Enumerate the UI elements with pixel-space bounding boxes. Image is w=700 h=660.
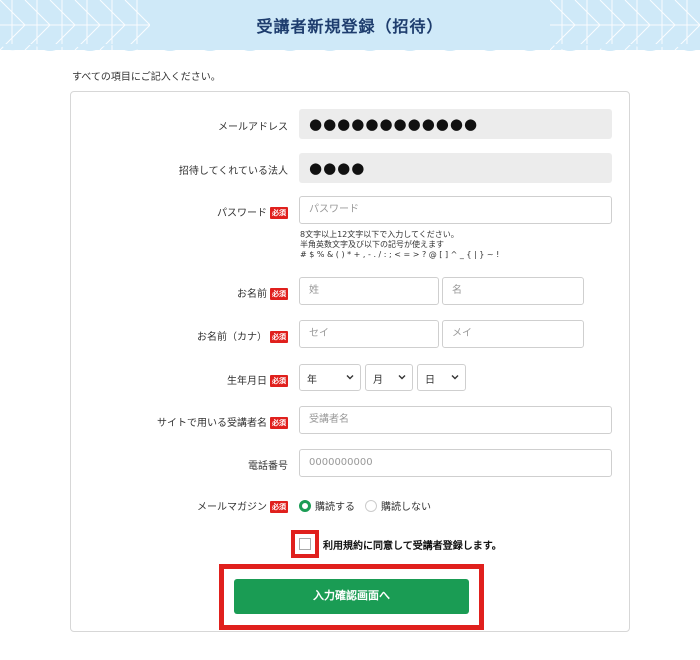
birthdate-label: 生年月日 必須 — [227, 375, 288, 387]
first-name-kana-input[interactable]: メイ — [442, 320, 584, 348]
required-badge: 必須 — [270, 375, 288, 387]
email-label: メールアドレス — [218, 122, 288, 133]
radio-label: 購読する — [315, 502, 355, 513]
inviter-label: 招待してくれている法人 — [178, 166, 288, 177]
birth-day-select[interactable]: 日 — [417, 364, 466, 391]
last-name-input[interactable]: 姓 — [299, 277, 439, 305]
chevron-down-icon — [451, 375, 459, 380]
name-label: お名前 必須 — [237, 288, 288, 300]
magazine-radio-group: 購読する 購読しない — [299, 498, 441, 513]
first-name-input[interactable]: 名 — [442, 277, 584, 305]
intro-text: すべての項目にご記入ください。 — [72, 72, 221, 83]
submit-highlight-frame: 入力確認画面へ — [219, 564, 484, 630]
site-name-label: サイトで用いる受講者名 必須 — [157, 417, 288, 429]
terms-highlight-frame — [291, 530, 319, 558]
password-hint-line: 半角英数文字及び以下の記号が使えます — [300, 240, 444, 249]
header-pattern-right — [550, 0, 700, 50]
password-input[interactable]: パスワード — [299, 196, 612, 224]
radio-label: 購読しない — [381, 502, 431, 513]
registration-form: メールアドレス ●●●●●●●●●●●● 招待してくれている法人 ●●●● パス… — [70, 91, 630, 632]
magazine-subscribe-radio[interactable]: 購読する — [299, 498, 355, 513]
page-header: 受講者新規登録（招待） — [0, 0, 700, 50]
last-name-kana-input[interactable]: セイ — [299, 320, 439, 348]
site-name-input[interactable]: 受講者名 — [299, 406, 612, 434]
password-hint-line: # $ % & ( ) * + , - . / : ; < = > ? @ [ … — [300, 250, 500, 259]
password-label: パスワード 必須 — [217, 207, 288, 219]
required-badge: 必須 — [270, 288, 288, 300]
radio-unselected-icon — [365, 499, 377, 512]
magazine-label: メールマガジン 必須 — [197, 501, 288, 513]
phone-label: 電話番号 — [248, 461, 288, 472]
email-value: ●●●●●●●●●●●● — [299, 109, 612, 139]
password-hint: 8文字以上12文字以下で入力してください。 半角英数文字及び以下の記号が使えます… — [300, 230, 499, 260]
radio-selected-icon — [299, 499, 311, 512]
header-wave — [0, 44, 700, 51]
required-badge: 必須 — [270, 207, 288, 219]
required-badge: 必須 — [270, 501, 288, 513]
required-badge: 必須 — [270, 331, 288, 343]
confirm-button[interactable]: 入力確認画面へ — [234, 579, 469, 614]
terms-agreement: 利用規約に同意して受講者登録します。 — [291, 530, 502, 558]
birth-year-value: 年 — [307, 375, 317, 386]
birth-year-select[interactable]: 年 — [299, 364, 361, 391]
birth-month-value: 月 — [373, 375, 383, 386]
birth-day-value: 日 — [425, 375, 435, 386]
terms-checkbox[interactable] — [299, 538, 311, 550]
terms-label: 利用規約に同意して受講者登録します。 — [323, 540, 502, 552]
inviter-value: ●●●● — [299, 153, 612, 183]
chevron-down-icon — [346, 375, 354, 380]
chevron-down-icon — [398, 375, 406, 380]
name-kana-label: お名前（カナ） 必須 — [197, 331, 288, 343]
password-hint-line: 8文字以上12文字以下で入力してください。 — [300, 230, 459, 239]
required-badge: 必須 — [270, 417, 288, 429]
phone-input[interactable]: 0000000000 — [299, 449, 612, 477]
birth-month-select[interactable]: 月 — [365, 364, 413, 391]
magazine-unsubscribe-radio[interactable]: 購読しない — [365, 498, 431, 513]
